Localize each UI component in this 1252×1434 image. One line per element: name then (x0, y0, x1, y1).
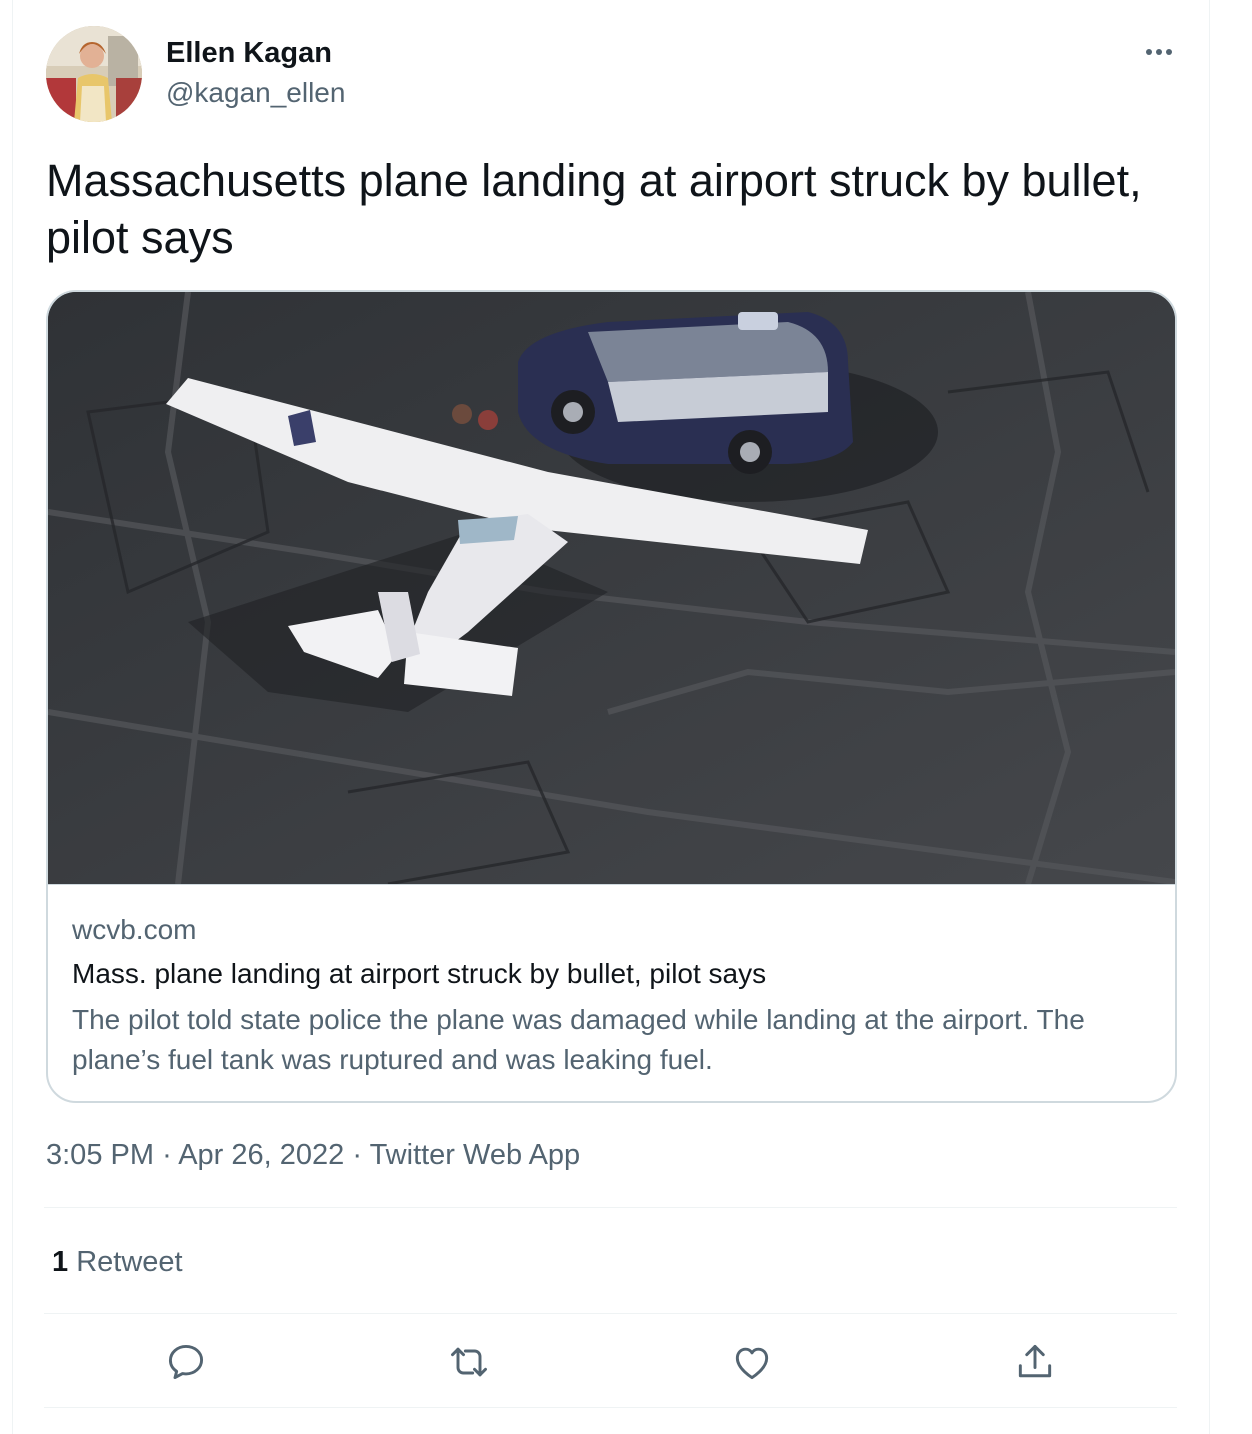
share-icon (1018, 1344, 1052, 1378)
plane-aerial-photo (48, 292, 1175, 886)
meta-separator: · (162, 1139, 172, 1171)
more-dot-icon (1146, 49, 1152, 55)
divider (44, 1207, 1177, 1208)
share-button[interactable] (1007, 1334, 1063, 1390)
avatar[interactable] (46, 26, 142, 122)
avatar-photo (46, 26, 142, 122)
divider (44, 1407, 1177, 1408)
like-icon (735, 1347, 769, 1380)
card-title: Mass. plane landing at airport struck by… (72, 958, 767, 989)
card-domain: wcvb.com (72, 914, 197, 945)
user-handle[interactable]: @kagan_ellen (166, 77, 345, 109)
retweet-label: Retweet (76, 1246, 183, 1278)
retweet-button[interactable] (441, 1334, 497, 1390)
link-card[interactable]: wcvb.com Mass. plane landing at airport … (46, 290, 1177, 1103)
tweet-meta: 3:05 PM · Apr 26, 2022 · Twitter Web App (46, 1137, 580, 1173)
reply-icon (168, 1344, 204, 1380)
retweet-count: 1 (52, 1246, 69, 1278)
more-dot-icon (1166, 49, 1172, 55)
reply-button[interactable] (158, 1334, 214, 1390)
tweet-date[interactable]: Apr 26, 2022 (178, 1139, 344, 1171)
display-name[interactable]: Ellen Kagan (166, 36, 332, 70)
card-image (48, 292, 1175, 886)
tweet-text: Massachusetts plane landing at airport s… (46, 155, 1142, 263)
tweet-time[interactable]: 3:05 PM (46, 1139, 154, 1171)
card-description: The pilot told state police the plane wa… (72, 1004, 1085, 1075)
more-dot-icon (1156, 49, 1162, 55)
like-button[interactable] (724, 1334, 780, 1390)
retweet-stats[interactable]: 1 Retweet (52, 1244, 183, 1280)
divider (44, 1313, 1177, 1314)
tweet-source: Twitter Web App (369, 1139, 581, 1171)
retweet-icon (451, 1347, 487, 1377)
more-options-button[interactable] (1136, 36, 1182, 68)
meta-separator: · (352, 1139, 363, 1171)
